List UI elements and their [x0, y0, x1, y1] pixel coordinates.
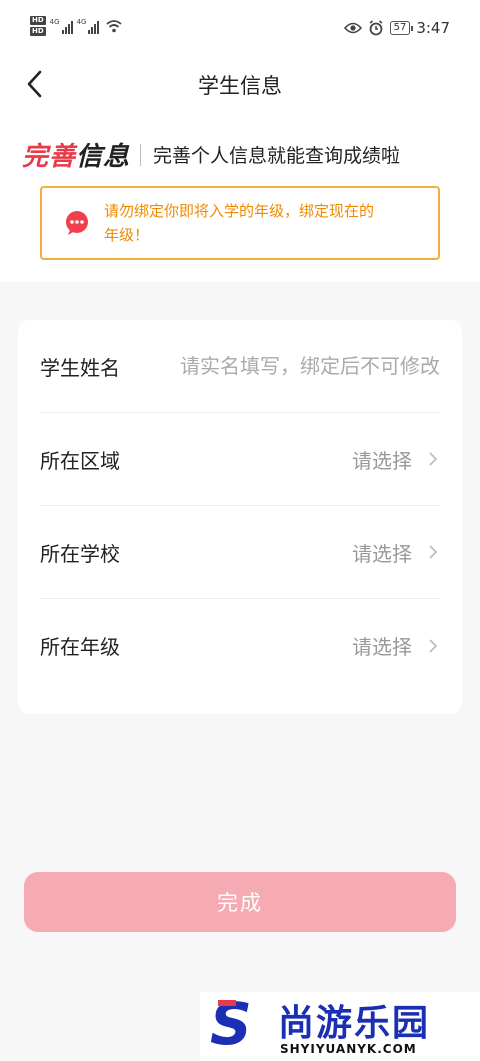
alarm-icon: [369, 20, 383, 36]
name-row: 学生姓名: [40, 320, 440, 413]
school-label: 所在学校: [40, 541, 120, 566]
status-left: HD HD 4G 4G: [30, 16, 123, 36]
chevron-right-icon: [429, 545, 438, 559]
region-selector[interactable]: 所在区域 请选择: [40, 413, 440, 506]
region-value: 请选择: [352, 448, 412, 473]
grade-label: 所在年级: [40, 635, 120, 659]
network-type: 4G: [76, 18, 87, 26]
watermark-name: 尚游乐园: [278, 1003, 431, 1044]
eye-icon: [343, 22, 362, 34]
intro-heading: 完善信息 完善个人信息就能查询成绩啦: [22, 136, 400, 173]
region-label: 所在区域: [40, 448, 120, 473]
notice-line: 年级！: [104, 226, 150, 244]
notice-text: 请勿绑定你即将入学的年级，绑定现在的 年级！: [104, 199, 374, 247]
notice-line: 请勿绑定你即将入学的年级，绑定现在的: [104, 202, 375, 220]
grade-value: 请选择: [352, 635, 412, 659]
brand-title: 完善信息: [22, 136, 130, 173]
notice-banner: 请勿绑定你即将入学的年级，绑定现在的 年级！: [40, 186, 440, 260]
page-title: 学生信息: [198, 74, 282, 98]
school-value: 请选择: [352, 541, 412, 566]
hd-badges: HD HD: [30, 16, 46, 36]
status-right: 57 3:47: [343, 19, 450, 37]
divider: [140, 143, 142, 166]
chevron-right-icon: [429, 452, 438, 466]
brand-title-part2: 信息: [76, 142, 131, 172]
signal-icon: 4G: [50, 18, 73, 34]
grade-selector[interactable]: 所在年级 请选择: [40, 599, 440, 692]
watermark-logo: S 尚游乐园 SHYIYUANYK.COM: [200, 992, 480, 1061]
student-info-form: 学生姓名 所在区域 请选择 所在学校 请选择 所在年级 请选择: [18, 320, 462, 714]
name-label: 学生姓名: [40, 355, 120, 380]
message-icon: [66, 211, 88, 235]
watermark-domain: SHYIYUANYK.COM: [280, 1042, 417, 1056]
battery-indicator: 57: [389, 21, 414, 35]
network-type: 4G: [49, 18, 60, 26]
status-bar: HD HD 4G 4G 57 3:47: [0, 0, 480, 60]
hd-badge: HD: [30, 16, 46, 25]
clock: 3:47: [416, 19, 450, 37]
name-input[interactable]: [144, 354, 440, 378]
signal-icon: 4G: [77, 18, 100, 34]
hd-badge: HD: [30, 27, 46, 36]
watermark-mark: S: [210, 990, 252, 1058]
chevron-right-icon: [429, 638, 438, 653]
wifi-icon: [106, 20, 123, 33]
intro-subtitle: 完善个人信息就能查询成绩啦: [153, 145, 401, 167]
school-selector[interactable]: 所在学校 请选择: [40, 506, 440, 599]
brand-title-part1: 完善: [22, 142, 77, 172]
done-button[interactable]: 完成: [24, 872, 456, 932]
